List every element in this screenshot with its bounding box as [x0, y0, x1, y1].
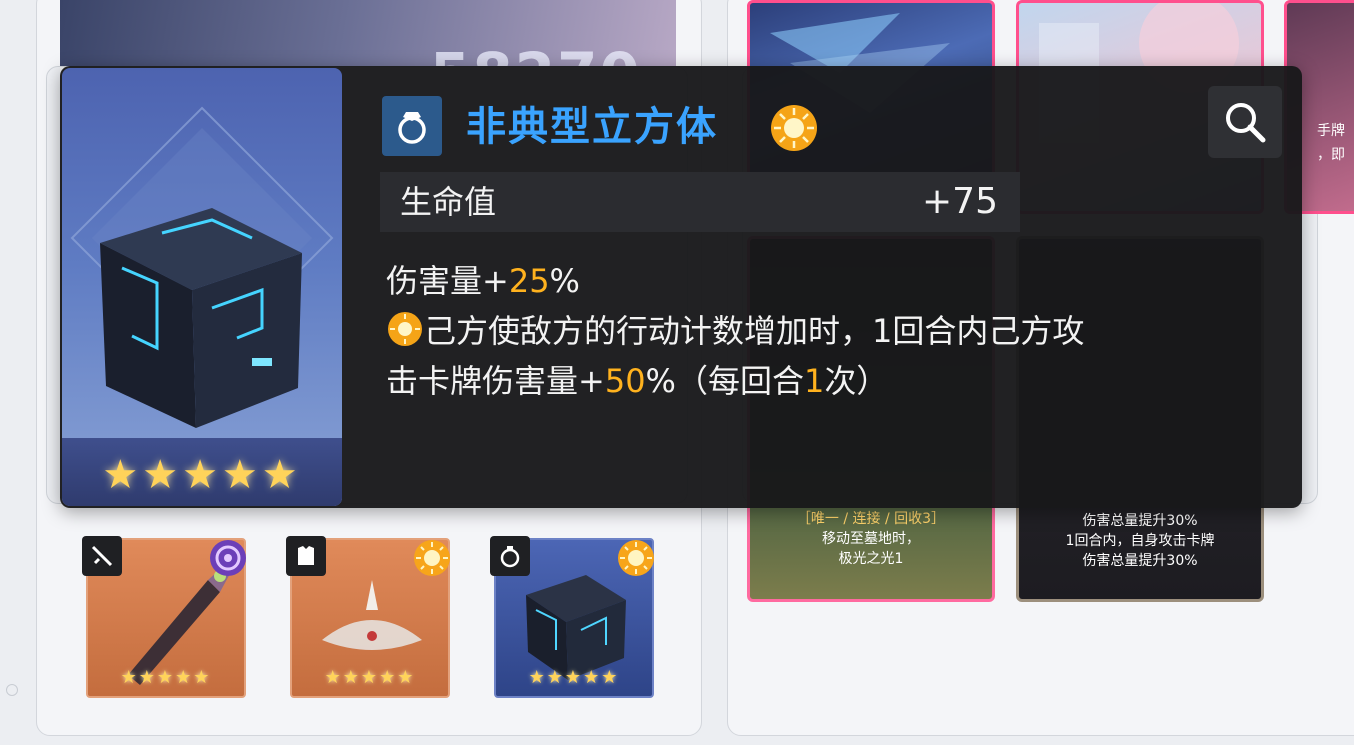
card-3-text: 手牌 ，即 [1317, 123, 1345, 163]
sun-badge-icon [412, 538, 452, 578]
equipment-slot-weapon[interactable]: ★★★★★ [82, 536, 248, 698]
item-title: 非典型立方体 [466, 104, 718, 150]
desc-line-1: 伤害量+25% [386, 262, 580, 300]
item-description: 伤害量+25% 己方使敌方的行动计数增加时，1回合内己方攻 击卡牌伤害量+50%… [386, 256, 1266, 406]
stat-value: +75 [922, 181, 998, 222]
sun-badge-icon [616, 538, 656, 578]
desc-line-2: 己方使敌方的行动计数增加时，1回合内己方攻 [386, 306, 1266, 356]
sun-badge-icon [388, 312, 422, 346]
search-button[interactable] [1208, 86, 1282, 158]
card-5-text: 伤害总量提升30% 1回合内，自身攻击卡牌 伤害总量提升30% [1065, 513, 1215, 569]
ring-icon [382, 96, 442, 156]
side-indicator-icon [6, 684, 18, 696]
card-4-text: ［唯一 / 连接 / 回收3］ 移动至墓地时， 极光之光1 [796, 511, 946, 567]
equipment-slot-ring[interactable]: ★★★★★ [490, 536, 656, 698]
equipment-slot-armor[interactable]: ★★★★★ [286, 536, 452, 698]
desc-line-3: 击卡牌伤害量+50%（每回合1次） [386, 362, 889, 400]
stat-name: 生命值 [400, 183, 497, 221]
sword-icon [82, 536, 122, 576]
slot-stars: ★★★★★ [120, 667, 212, 688]
armor-icon [286, 536, 326, 576]
sun-badge-icon [770, 104, 818, 152]
purple-swirl-icon [208, 538, 248, 578]
slot-stars: ★★★★★ [528, 667, 620, 688]
item-stars: ★★★★★ [102, 452, 302, 498]
search-icon [1226, 103, 1266, 143]
item-art: ★★★★★ [62, 68, 342, 506]
stat-row-hp: 生命值 +75 [380, 172, 1020, 232]
ring-icon [490, 536, 530, 576]
slot-stars: ★★★★★ [324, 667, 416, 688]
